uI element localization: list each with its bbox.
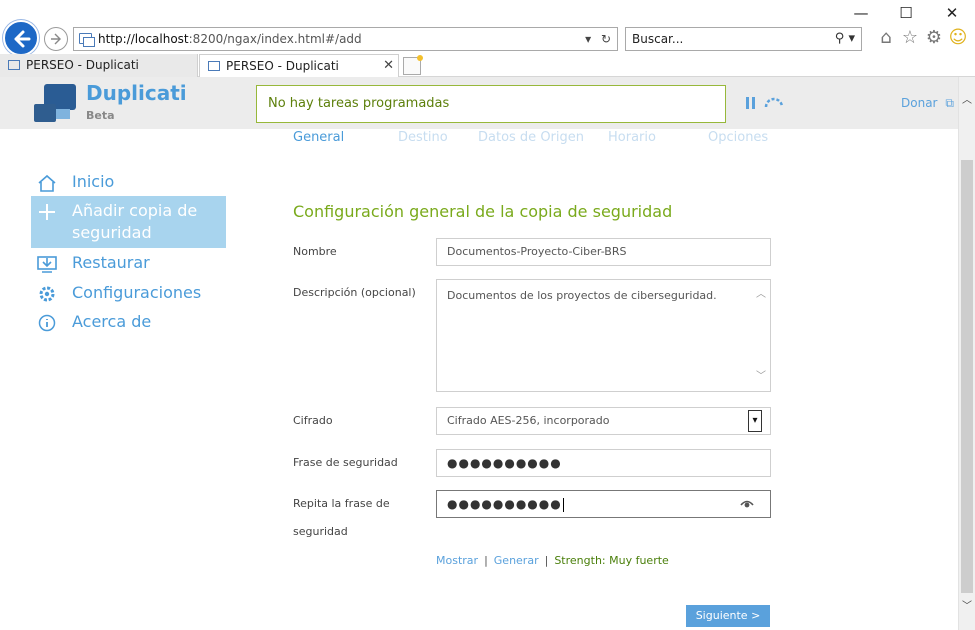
repeat-passphrase-field[interactable]: ●●●●●●●●●●	[436, 490, 771, 518]
passphrase-value: ●●●●●●●●●●	[447, 456, 562, 470]
search-placeholder: Buscar...	[632, 32, 684, 46]
tab-perseo-1[interactable]: PERSEO - Duplicati	[0, 54, 198, 77]
show-link[interactable]: Mostrar	[436, 554, 478, 567]
close-tab-icon[interactable]: ✕	[383, 55, 394, 77]
search-icon[interactable]: ⚲	[835, 31, 845, 46]
sidebar-item-label: Inicio	[72, 172, 115, 191]
forward-button[interactable]	[44, 27, 68, 51]
dropdown-arrow-icon[interactable]: ▾	[585, 32, 591, 46]
generate-link[interactable]: Generar	[494, 554, 539, 567]
pause-icon[interactable]	[746, 97, 757, 109]
sidebar-item-label: Añadir copia de seguridad	[72, 201, 198, 242]
separator: |	[484, 554, 488, 567]
address-path: :8200/ngax/index.html#/add	[188, 32, 362, 46]
donate-label: Donar	[901, 96, 938, 110]
form-title: Configuración general de la copia de seg…	[293, 202, 673, 221]
description-label: Descripción (opcional)	[293, 286, 416, 299]
sidebar-item-label: Restaurar	[72, 253, 150, 272]
info-icon	[38, 314, 56, 332]
home-icon[interactable]: ⌂	[875, 27, 897, 48]
arrow-left-icon	[14, 30, 31, 48]
sidebar-item-restaurar[interactable]: Restaurar	[31, 252, 226, 274]
sidebar-item-configuraciones[interactable]: Configuraciones	[31, 282, 226, 304]
tab-strip: PERSEO - Duplicati PERSEO - Duplicati ✕	[0, 54, 975, 77]
chevron-down-icon[interactable]: ▾	[748, 410, 762, 432]
textarea-scroll-up-icon[interactable]: ︿	[756, 288, 768, 302]
scroll-up-icon[interactable]: ︿	[962, 91, 972, 106]
name-value: Documentos-Proyecto-Ciber-BRS	[447, 245, 627, 258]
new-tab-button[interactable]	[403, 55, 423, 75]
tools-gear-icon[interactable]: ⚙	[923, 27, 945, 48]
encryption-label: Cifrado	[293, 414, 333, 427]
address-bar[interactable]: http://localhost:8200/ngax/index.html#/a…	[73, 27, 618, 51]
logo-icon-front	[34, 104, 56, 122]
name-label: Nombre	[293, 245, 337, 258]
favorites-star-icon[interactable]: ☆	[899, 27, 921, 48]
page-icon	[79, 33, 95, 47]
maximize-button[interactable]: ☐	[896, 4, 916, 22]
strength-indicator: Strength: Muy fuerte	[554, 554, 669, 567]
sidebar-item-label: Acerca de	[72, 312, 152, 331]
close-window-button[interactable]: ✕	[942, 4, 962, 22]
vertical-scrollbar[interactable]: ︿ ﹀	[958, 77, 975, 630]
scroll-down-icon[interactable]: ﹀	[962, 597, 972, 612]
step-horario[interactable]: Horario	[608, 130, 656, 145]
encryption-select[interactable]: Cifrado AES-256, incorporado ▾	[436, 407, 771, 435]
tab-page-icon	[208, 61, 220, 71]
eye-icon[interactable]	[740, 499, 754, 509]
search-input[interactable]: Buscar... ⚲ ▾	[625, 27, 862, 51]
home-icon	[38, 174, 56, 192]
donate-link[interactable]: Donar ⧉	[901, 96, 954, 111]
smiley-feedback-icon[interactable]: ☺	[947, 27, 969, 48]
description-value: Documentos de los proyectos de cibersegu…	[447, 289, 717, 302]
sidebar-item-add-backup[interactable]: Añadir copia de seguridad	[31, 196, 226, 248]
passphrase-label: Frase de seguridad	[293, 456, 398, 469]
arrow-right-icon	[51, 33, 61, 45]
passphrase-field[interactable]: ●●●●●●●●●●	[436, 449, 771, 477]
text-caret	[562, 498, 564, 512]
step-general[interactable]: General	[293, 130, 344, 145]
name-field[interactable]: Documentos-Proyecto-Ciber-BRS	[436, 238, 771, 266]
refresh-icon[interactable]: ↻	[601, 32, 611, 46]
step-destino[interactable]: Destino	[398, 130, 448, 145]
restore-icon	[37, 256, 57, 273]
encryption-value: Cifrado AES-256, incorporado	[447, 414, 610, 427]
step-datos-origen[interactable]: Datos de Origen	[478, 130, 584, 145]
app-subtitle: Beta	[86, 109, 115, 122]
plus-icon	[39, 204, 55, 220]
logo-icon-accent	[56, 109, 70, 119]
passphrase-actions: Mostrar | Generar | Strength: Muy fuerte	[436, 554, 669, 567]
throttle-icon[interactable]	[764, 96, 784, 108]
repeat-passphrase-value: ●●●●●●●●●●	[447, 497, 562, 511]
address-host: http://localhost	[98, 32, 189, 46]
sidebar-item-inicio[interactable]: Inicio	[31, 171, 226, 193]
gear-icon	[39, 286, 55, 302]
next-button[interactable]: Siguiente >	[686, 605, 770, 627]
external-link-icon: ⧉	[945, 96, 954, 110]
scrollbar-thumb[interactable]	[961, 160, 973, 593]
description-textarea[interactable]: Documentos de los proyectos de cibersegu…	[436, 279, 771, 392]
search-dropdown-icon[interactable]: ▾	[848, 31, 855, 46]
tab-page-icon	[8, 60, 20, 70]
tab-label: PERSEO - Duplicati	[26, 58, 139, 72]
back-button[interactable]	[3, 20, 39, 56]
tab-perseo-2[interactable]: PERSEO - Duplicati ✕	[199, 54, 399, 77]
minimize-button[interactable]: —	[851, 4, 871, 22]
repeat-passphrase-label: Repita la frase de seguridad	[293, 497, 390, 538]
browser-chrome: — ☐ ✕ http://localhost:8200/ngax/index.h…	[0, 0, 975, 77]
step-opciones[interactable]: Opciones	[708, 130, 768, 145]
textarea-scroll-down-icon[interactable]: ﹀	[756, 370, 768, 384]
sidebar-item-acerca-de[interactable]: Acerca de	[31, 311, 226, 333]
sidebar-item-label: Configuraciones	[72, 283, 202, 302]
status-message: No hay tareas programadas	[256, 85, 726, 123]
tab-label: PERSEO - Duplicati	[226, 59, 339, 73]
separator: |	[544, 554, 549, 567]
app-name[interactable]: Duplicati	[86, 81, 187, 105]
